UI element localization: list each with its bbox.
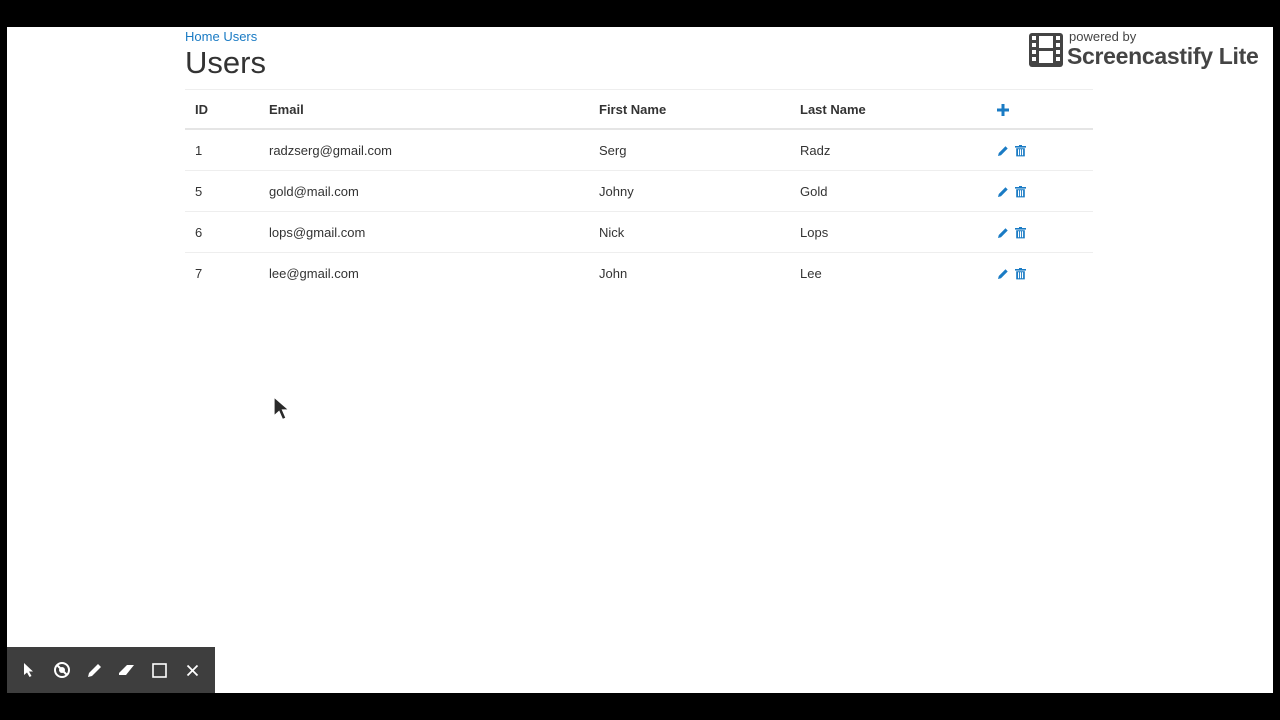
cell-last-name: Radz <box>800 142 831 158</box>
cell-id: 1 <box>195 142 203 158</box>
cell-id: 5 <box>195 183 203 199</box>
trash-icon <box>1014 145 1026 157</box>
plus-icon <box>997 104 1009 117</box>
trash-icon <box>1014 268 1026 280</box>
edit-user-button[interactable] <box>997 227 1009 239</box>
pen-tool-button[interactable] <box>82 657 108 683</box>
cell-email: lee@gmail.com <box>269 265 359 281</box>
column-header-id: ID <box>195 101 208 117</box>
powered-by-label: powered by <box>1069 29 1137 44</box>
pointer-tool-button[interactable] <box>16 657 42 683</box>
table-row: 7 lee@gmail.com John Lee <box>185 253 1093 294</box>
cell-first-name: Johny <box>599 183 634 199</box>
users-table: ID Email First Name Last Name 1 radzserg… <box>185 89 1093 293</box>
edit-user-button[interactable] <box>997 186 1009 198</box>
column-header-last-name: Last Name <box>800 101 866 117</box>
annotation-toolbar <box>7 647 215 693</box>
table-row: 6 lops@gmail.com Nick Lops <box>185 212 1093 253</box>
trash-icon <box>1014 227 1026 239</box>
browser-viewport: Home Users Users ID Email First Name Las… <box>7 27 1273 693</box>
pencil-icon <box>998 228 1008 239</box>
pencil-icon <box>998 187 1008 198</box>
spotlight-tool-button[interactable] <box>49 657 75 683</box>
close-icon <box>186 664 199 676</box>
cell-actions <box>987 253 1093 294</box>
breadcrumb-users-link[interactable]: Users <box>223 29 257 44</box>
delete-user-button[interactable] <box>1014 227 1026 239</box>
edit-user-button[interactable] <box>997 145 1009 157</box>
delete-user-button[interactable] <box>1014 268 1026 280</box>
cell-first-name: Serg <box>599 142 627 158</box>
film-strip-icon <box>1029 33 1063 67</box>
cell-first-name: John <box>599 265 628 281</box>
eraser-icon <box>119 665 135 675</box>
column-header-actions <box>987 90 1093 130</box>
column-header-first-name: First Name <box>599 101 667 117</box>
close-toolbar-button[interactable] <box>180 657 206 683</box>
add-user-button[interactable] <box>997 104 1009 117</box>
cell-email: gold@mail.com <box>269 183 359 199</box>
delete-user-button[interactable] <box>1014 186 1026 198</box>
cell-last-name: Lops <box>800 224 829 240</box>
trash-icon <box>1014 186 1026 198</box>
column-header-email: Email <box>269 101 304 117</box>
brand-label: Screencastify Lite <box>1067 43 1259 69</box>
pen-icon <box>87 664 101 677</box>
cell-last-name: Lee <box>800 265 822 281</box>
cell-first-name: Nick <box>599 224 625 240</box>
cell-id: 6 <box>195 224 203 240</box>
edit-user-button[interactable] <box>997 268 1009 280</box>
square-tool-button[interactable] <box>147 657 173 683</box>
cell-email: lops@gmail.com <box>269 224 366 240</box>
eraser-tool-button[interactable] <box>114 657 140 683</box>
screencastify-watermark: powered by Screencastify Lite <box>1029 29 1271 73</box>
pointer-icon <box>24 663 34 677</box>
table-row: 5 gold@mail.com Johny Gold <box>185 171 1093 212</box>
pencil-icon <box>998 146 1008 157</box>
pencil-icon <box>998 269 1008 280</box>
page-title: Users <box>185 45 266 80</box>
breadcrumb: Home Users <box>185 29 257 44</box>
delete-user-button[interactable] <box>1014 145 1026 157</box>
cell-actions <box>987 171 1093 212</box>
cell-actions <box>987 212 1093 253</box>
mouse-cursor-icon <box>273 396 291 421</box>
cell-actions <box>987 129 1093 171</box>
table-header-row: ID Email First Name Last Name <box>185 89 1093 130</box>
spotlight-icon <box>53 662 70 678</box>
table-row: 1 radzserg@gmail.com Serg Radz <box>185 129 1093 171</box>
cell-id: 7 <box>195 265 203 281</box>
square-icon <box>152 662 168 678</box>
breadcrumb-home-link[interactable]: Home <box>185 29 220 44</box>
cell-email: radzserg@gmail.com <box>269 142 393 158</box>
cell-last-name: Gold <box>800 183 828 199</box>
